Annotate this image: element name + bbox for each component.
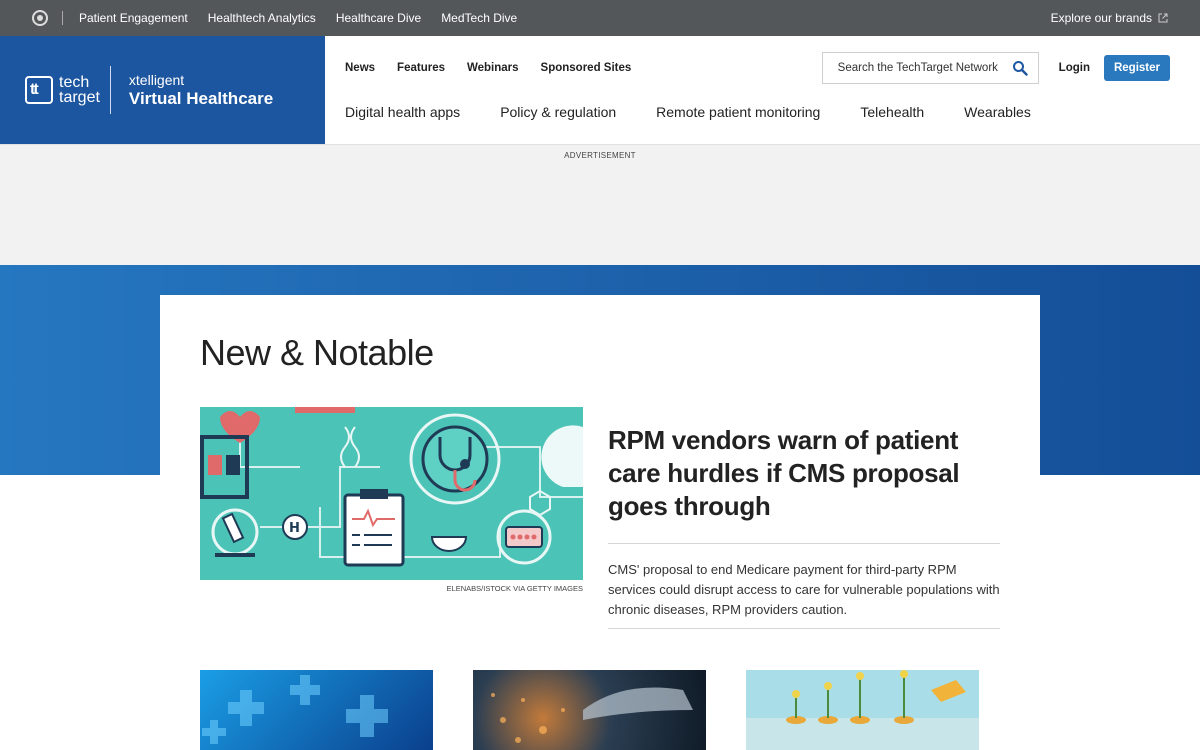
nav-news[interactable]: News (345, 62, 375, 74)
bokeh-lights-icon (491, 687, 693, 743)
wordmark-line1: tech (59, 74, 90, 91)
wordmark-line2: target (59, 89, 100, 106)
advertisement-label: ADVERTISEMENT (564, 151, 636, 160)
article-thumbnails (200, 670, 979, 750)
advertisement-slot: ADVERTISEMENT (0, 145, 1200, 265)
medical-cross-pattern-icon (202, 675, 388, 744)
article-thumbnail-growing-coins[interactable] (746, 670, 979, 750)
external-link-icon (1158, 13, 1168, 23)
network-link-patient-engagement[interactable]: Patient Engagement (79, 11, 188, 25)
brand-divider (109, 66, 111, 114)
featured-article: H ELENABS/ISTOCK VIA GETTY IMAGES RPM ve… (200, 407, 1000, 629)
featured-article-text: RPM vendors warn of patient care hurdles… (608, 407, 1000, 629)
topic-remote-patient-monitoring[interactable]: Remote patient monitoring (656, 104, 820, 120)
image-credit: ELENABS/ISTOCK VIA GETTY IMAGES (446, 584, 583, 593)
search-box (821, 52, 1039, 84)
growing-plants-icon (786, 670, 966, 724)
divider (608, 543, 1000, 544)
network-link-medtech-dive[interactable]: MedTech Dive (441, 11, 517, 25)
search-icon[interactable] (1012, 60, 1028, 76)
svg-text:H: H (289, 521, 300, 536)
article-thumbnail-medical-crosses[interactable] (200, 670, 433, 750)
site-header: tt tech target xtelligent Virtual Health… (0, 36, 1200, 145)
login-link[interactable]: Login (1059, 62, 1090, 74)
article-thumbnail-digital-hand[interactable] (473, 670, 706, 750)
featured-article-image[interactable]: H (200, 407, 583, 580)
section-title: New & Notable (200, 332, 434, 373)
healthcare-illustration: H (200, 407, 583, 580)
network-logo-icon[interactable] (32, 10, 48, 26)
network-bar: Patient Engagement Healthtech Analytics … (0, 0, 1200, 36)
network-link-healthcare-dive[interactable]: Healthcare Dive (336, 11, 421, 25)
main-nav: News Features Webinars Sponsored Sites L… (325, 36, 1200, 144)
publication-title: Virtual Healthcare (128, 88, 274, 108)
techtarget-logo-icon: tt (25, 76, 53, 104)
divider (608, 628, 1000, 629)
explore-brands-label: Explore our brands (1050, 11, 1152, 25)
topic-telehealth[interactable]: Telehealth (860, 104, 924, 120)
publication-prefix: xtelligent (128, 71, 185, 88)
featured-article-headline[interactable]: RPM vendors warn of patient care hurdles… (608, 424, 1000, 523)
explore-brands-link[interactable]: Explore our brands (1051, 11, 1168, 25)
featured-article-summary: CMS' proposal to end Medicare payment fo… (608, 562, 1000, 617)
topic-digital-health-apps[interactable]: Digital health apps (345, 104, 460, 120)
topic-wearables[interactable]: Wearables (964, 104, 1031, 120)
techtarget-wordmark: tech target (59, 74, 100, 106)
network-link-healthtech-analytics[interactable]: Healthtech Analytics (208, 11, 316, 25)
nav-webinars[interactable]: Webinars (467, 62, 519, 74)
publication-name: xtelligent Virtual Healthcare (129, 72, 273, 109)
nav-features[interactable]: Features (397, 62, 445, 74)
topic-policy-regulation[interactable]: Policy & regulation (500, 104, 616, 120)
search-input[interactable] (837, 62, 1008, 74)
nav-sponsored-sites[interactable]: Sponsored Sites (541, 62, 632, 74)
register-button[interactable]: Register (1103, 55, 1170, 81)
divider (62, 11, 63, 25)
site-logo[interactable]: tt tech target xtelligent Virtual Health… (0, 36, 325, 144)
